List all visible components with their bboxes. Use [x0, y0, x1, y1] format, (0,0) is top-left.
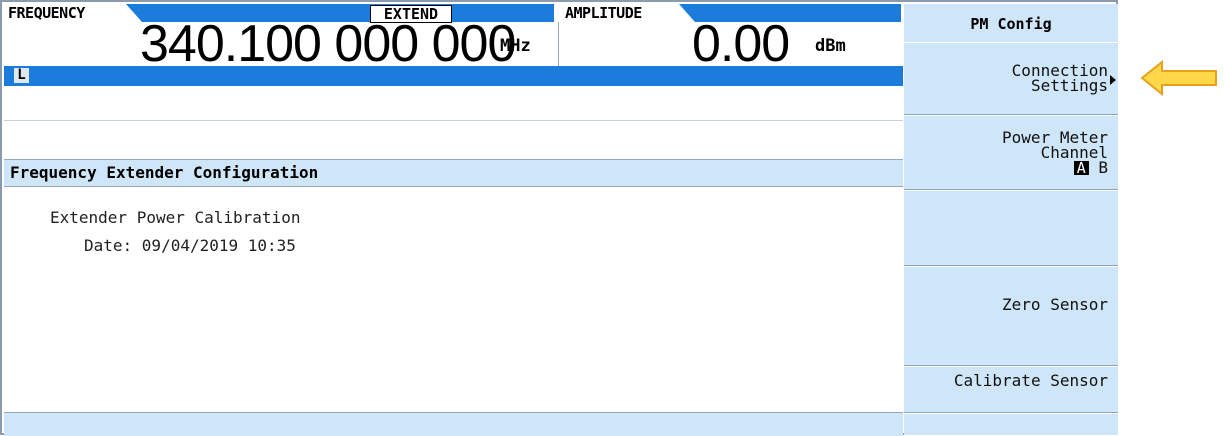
zero-sensor-softkey[interactable]: Zero Sensor: [904, 266, 1118, 366]
calibration-date: Date: 09/04/2019 10:35: [84, 236, 296, 255]
submenu-arrow-icon: [1110, 75, 1116, 85]
frequency-value[interactable]: 340.100 000 000: [140, 14, 516, 74]
bottom-softkey[interactable]: [904, 413, 1118, 435]
value-divider: [558, 22, 559, 66]
channel-b-option: B: [1098, 158, 1108, 177]
blank-softkey[interactable]: [904, 190, 1118, 266]
bottom-bar: [4, 412, 903, 436]
calibration-title: Extender Power Calibration: [50, 208, 301, 227]
frequency-unit: MHz: [500, 36, 531, 56]
frequency-label: FREQUENCY: [8, 4, 85, 22]
section-header: Frequency Extender Configuration: [4, 159, 903, 187]
power-meter-channel-softkey[interactable]: Power Meter Channel A B: [904, 115, 1118, 190]
section-title: Frequency Extender Configuration: [10, 163, 319, 182]
status-bar: L: [4, 66, 903, 86]
separator-line: [4, 120, 903, 121]
calibrate-sensor-softkey[interactable]: Calibrate Sensor: [904, 366, 1118, 413]
lock-indicator: L: [14, 68, 29, 83]
amplitude-label: AMPLITUDE: [565, 4, 642, 22]
softkey-menu-title: PM Config: [970, 15, 1052, 33]
zero-sensor-label: Zero Sensor: [1002, 295, 1108, 314]
calibrate-sensor-label: Calibrate Sensor: [953, 371, 1108, 390]
amplitude-value[interactable]: 0.00: [692, 14, 790, 74]
softkey-panel: PM Config Connection Settings Power Mete…: [904, 4, 1118, 435]
connection-settings-softkey[interactable]: Connection Settings: [904, 42, 1118, 115]
instrument-screen: FREQUENCY EXTEND AMPLITUDE 340.100 000 0…: [0, 0, 1118, 436]
connection-label-line2: Settings: [1030, 76, 1108, 95]
channel-a-selected: A: [1073, 161, 1089, 176]
left-arrow-callout-icon: [1140, 60, 1217, 96]
amplitude-unit: dBm: [815, 36, 846, 56]
